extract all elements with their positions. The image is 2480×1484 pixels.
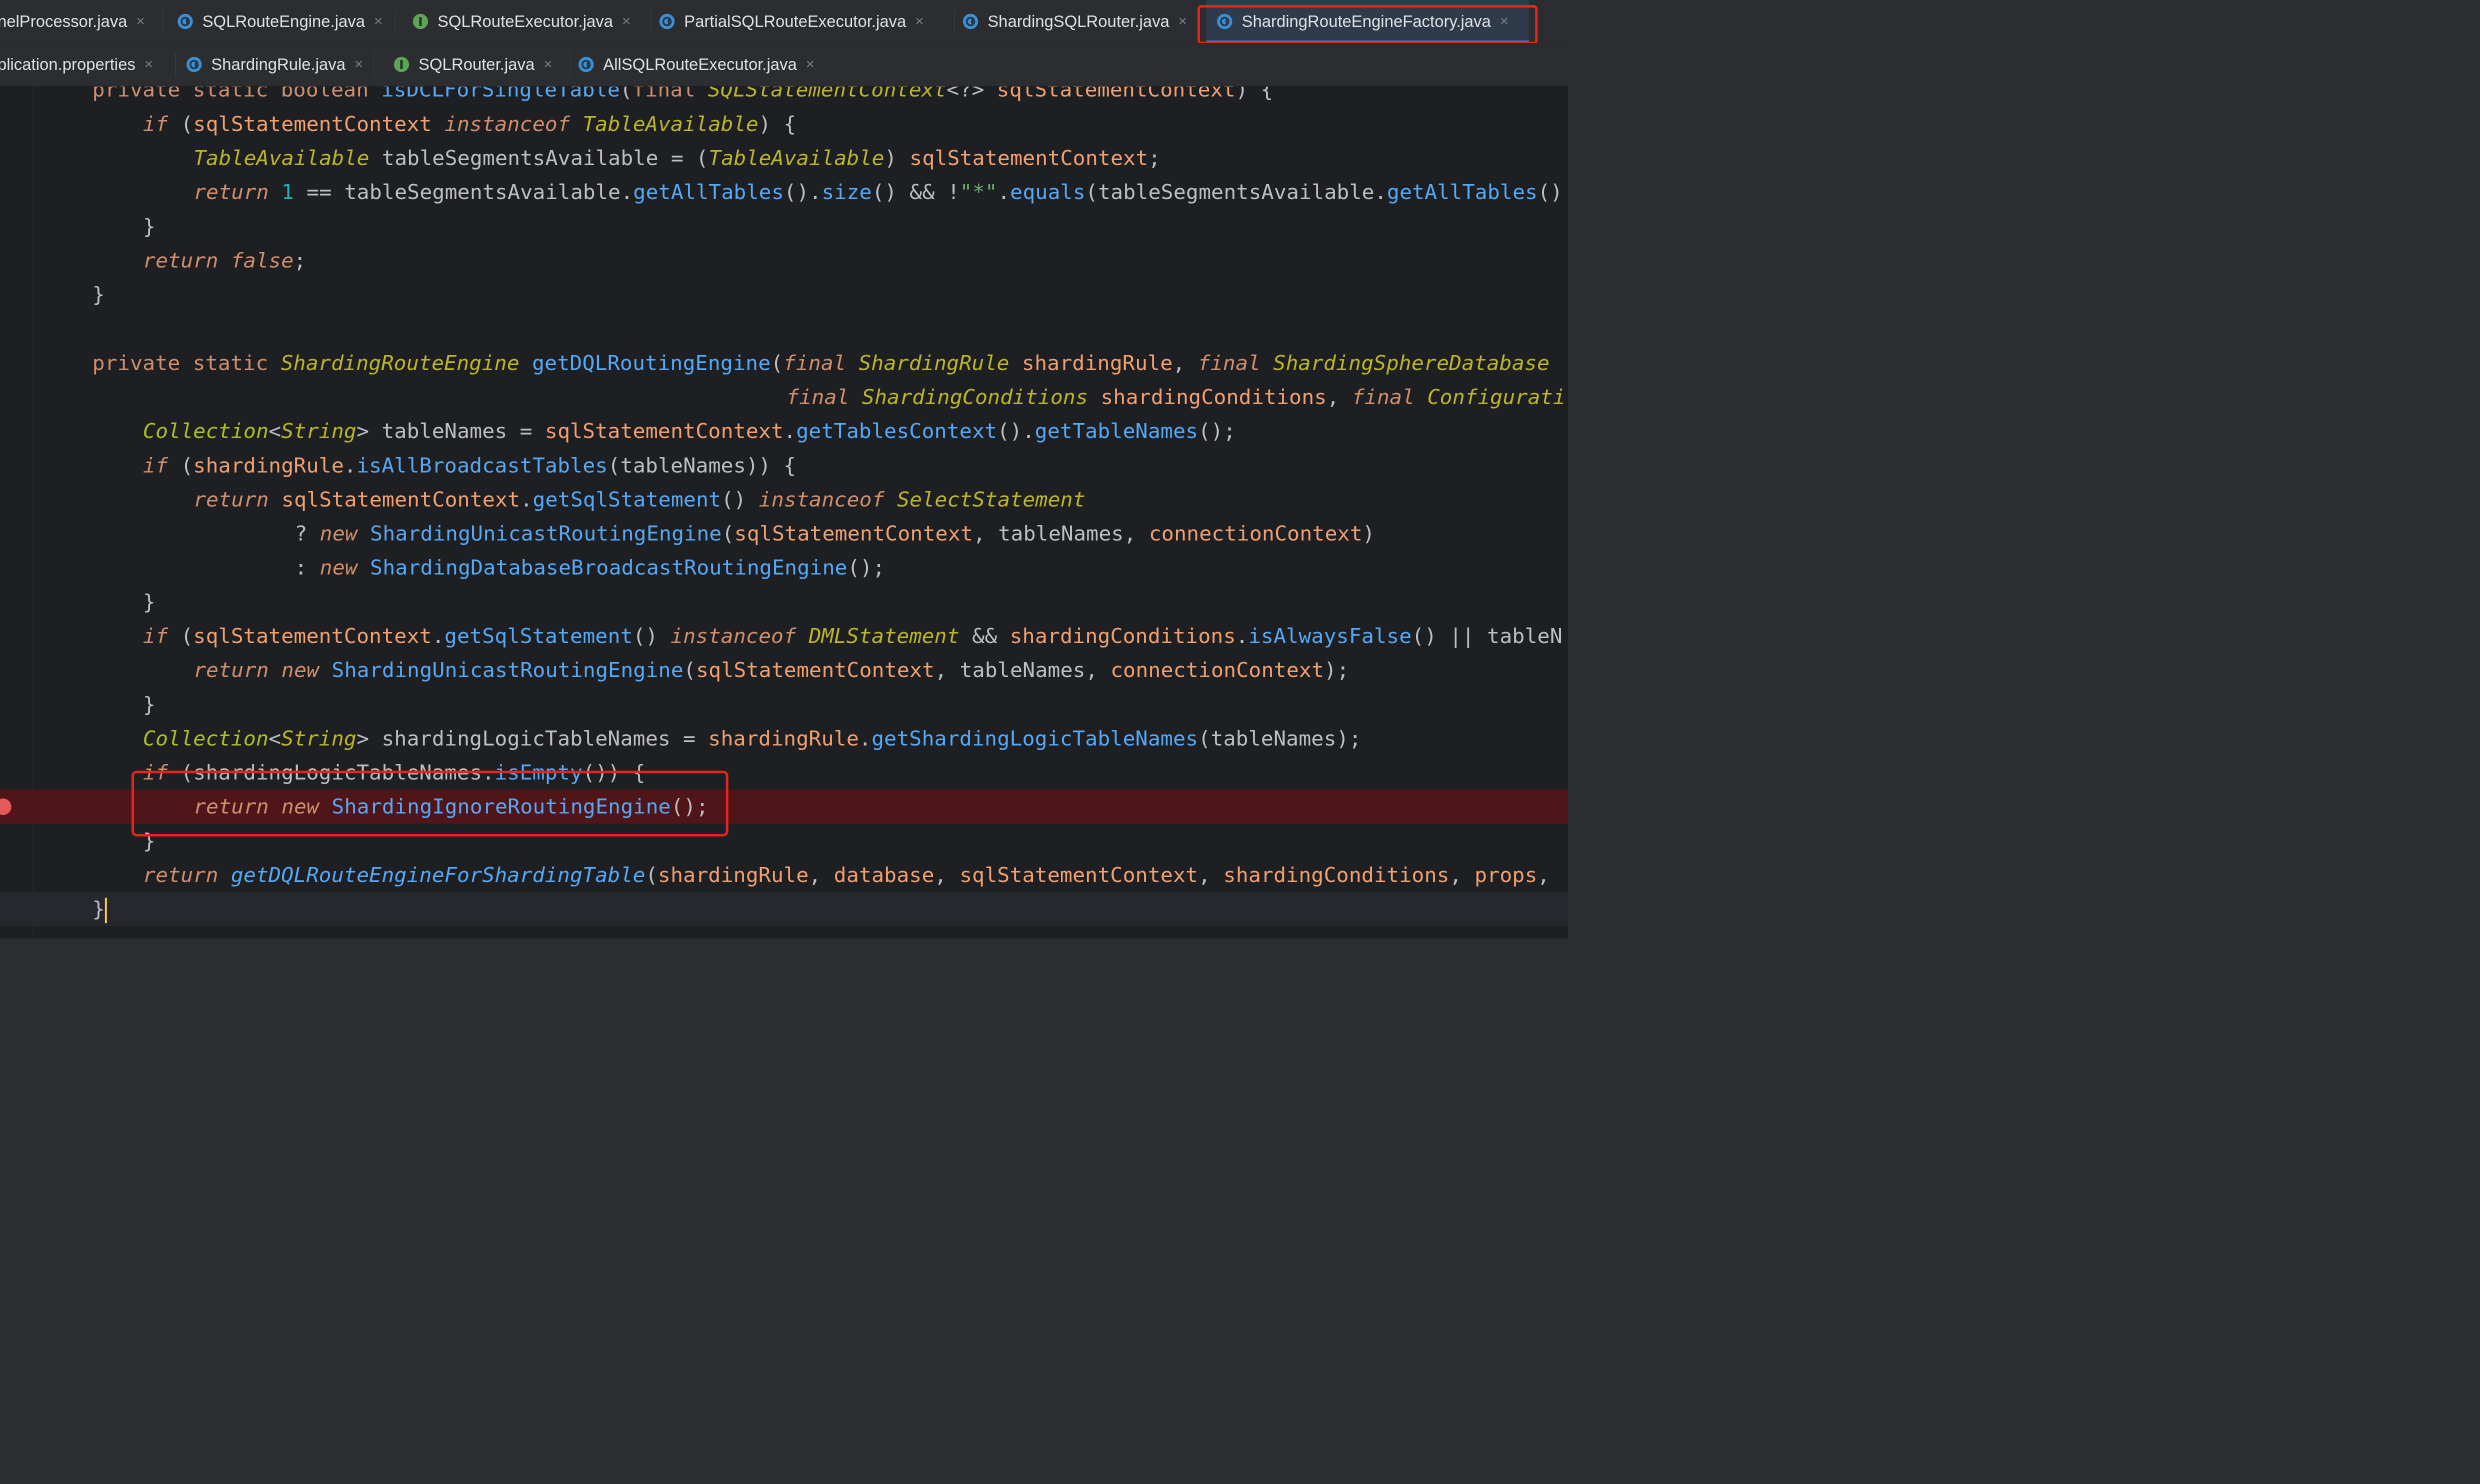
tab-separator [395,8,396,35]
code-text: } [92,896,107,923]
tab-sqlrouter[interactable]: SQLRouter.java × [392,43,571,86]
close-icon[interactable]: × [374,13,383,31]
interface-icon [411,12,430,31]
code-line[interactable]: if (sqlStatementContext instanceof Table… [0,107,1568,141]
caret-line[interactable]: } [0,892,1568,927]
close-icon[interactable]: × [144,56,153,74]
close-icon[interactable]: × [136,13,145,31]
code-text: TableAvailable tableSegmentsAvailable = … [193,145,1161,171]
code-text: if (sqlStatementContext instanceof Table… [142,111,797,136]
code-text: Collection<String> tableNames = sqlState… [142,418,1236,444]
code-line[interactable]: Collection<String> tableNames = sqlState… [0,414,1568,448]
code-text: } [142,213,156,239]
code-line[interactable]: if (shardingRule.isAllBroadcastTables(ta… [0,448,1568,482]
code-text: } [142,589,156,614]
tab-application-properties[interactable]: plication.properties × [0,43,176,86]
code-line[interactable]: private static ShardingRouteEngine getDQ… [0,346,1568,380]
code-line[interactable]: final ShardingConditions shardingConditi… [0,380,1568,414]
tab-label: SQLRouteEngine.java [202,11,366,31]
code-text: } [92,281,105,307]
tab-shardingrule[interactable]: ShardingRule.java × [185,43,375,86]
code-text: private static ShardingRouteEngine getDQ… [92,350,1550,375]
code-text: if (sqlStatementContext.getSqlStatement(… [142,623,1563,649]
class-icon [577,55,596,74]
code-line[interactable]: return false; [0,243,1568,277]
tab-shardingsqlrouter[interactable]: ShardingSQLRouter.java × [961,0,1201,43]
tab-label: PartialSQLRouteExecutor.java [684,11,907,31]
code-line[interactable]: } [0,209,1568,243]
tab-label: AllSQLRouteExecutor.java [603,54,797,74]
tab-separator [162,8,164,35]
code-line[interactable]: ? new ShardingUnicastRoutingEngine(sqlSt… [0,517,1568,551]
tab-label: SQLRouteExecutor.java [437,11,613,31]
code-line[interactable]: private static boolean isDCLForSingleTab… [0,87,1568,107]
code-line[interactable]: } [0,687,1568,721]
code-text: private static boolean isDCLForSingleTab… [92,86,1274,102]
tab-separator [569,51,571,78]
tab-partialsqlrouteexecutor[interactable]: PartialSQLRouteExecutor.java × [658,0,955,43]
code-text: return 1 == tableSegmentsAvailable.getAl… [193,179,1563,205]
tab-label: ShardingRule.java [211,54,346,74]
code-line[interactable]: Collection<String> shardingLogicTableNam… [0,721,1568,755]
ide-window: nelProcessor.java × SQLRouteEngine.java … [0,0,1568,939]
class-icon [961,12,980,31]
class-icon [658,12,677,31]
tab-separator [175,51,176,78]
tab-allsqlrouteexecutor[interactable]: AllSQLRouteExecutor.java × [577,43,843,86]
code-text: return getDQLRouteEngineForShardingTable… [142,862,1550,888]
code-line[interactable]: TableAvailable tableSegmentsAvailable = … [0,141,1568,175]
close-icon[interactable]: × [806,56,815,74]
class-icon [176,12,195,31]
close-icon[interactable]: × [915,13,924,31]
tab-separator [373,51,375,78]
code-editor[interactable]: private static boolean isDCLForSingleTab… [0,86,1568,939]
close-icon[interactable]: × [1178,13,1187,31]
code-text: } [142,691,156,717]
code-line[interactable]: return sqlStatementContext.getSqlStateme… [0,482,1568,516]
text-caret [104,897,107,923]
tab-separator [954,8,955,35]
tab-sqlrouteexecutor[interactable]: SQLRouteExecutor.java × [411,0,652,43]
tab-label: ShardingSQLRouter.java [987,11,1170,31]
tab-label: SQLRouter.java [418,54,535,74]
tab-sqlrouteengine[interactable]: SQLRouteEngine.java × [176,0,396,43]
code-text: if (shardingRule.isAllBroadcastTables(ta… [142,452,797,478]
code-text: ? new ShardingUnicastRoutingEngine(sqlSt… [294,520,1375,546]
tab-label: nelProcessor.java [0,11,128,31]
close-icon[interactable]: × [543,56,552,74]
editor-tab-bar-row-2: plication.properties × ShardingRule.java… [0,42,1568,87]
interface-icon [392,55,411,74]
code-text: Collection<String> shardingLogicTableNam… [142,725,1362,751]
code-line[interactable]: : new ShardingDatabaseBroadcastRoutingEn… [0,551,1568,585]
annotation-highlight-tab [1197,5,1538,45]
code-line[interactable]: return 1 == tableSegmentsAvailable.getAl… [0,175,1568,209]
code-text: final ShardingConditions shardingConditi… [786,384,1566,410]
code-line[interactable]: } [0,278,1568,312]
tab-channel-processor[interactable]: nelProcessor.java × [0,0,164,43]
tab-separator [650,8,652,35]
editor-tab-bar-row-1: nelProcessor.java × SQLRouteEngine.java … [0,0,1568,45]
annotation-highlight-breakpoint [131,770,729,837]
breakpoint-icon[interactable] [0,798,12,815]
code-line[interactable]: if (sqlStatementContext.getSqlStatement(… [0,619,1568,653]
code-text: return false; [142,247,307,273]
tab-label: plication.properties [0,54,136,74]
code-text: return new ShardingUnicastRoutingEngine(… [193,657,1350,683]
close-icon[interactable]: × [622,13,631,31]
code-text: return sqlStatementContext.getSqlStateme… [193,486,1086,512]
class-icon [185,55,204,74]
code-text: : new ShardingDatabaseBroadcastRoutingEn… [294,555,886,580]
close-icon[interactable]: × [354,56,363,74]
code-line[interactable]: return new ShardingUnicastRoutingEngine(… [0,653,1568,687]
code-line[interactable]: } [0,585,1568,619]
code-line[interactable]: return getDQLRouteEngineForShardingTable… [0,858,1568,892]
